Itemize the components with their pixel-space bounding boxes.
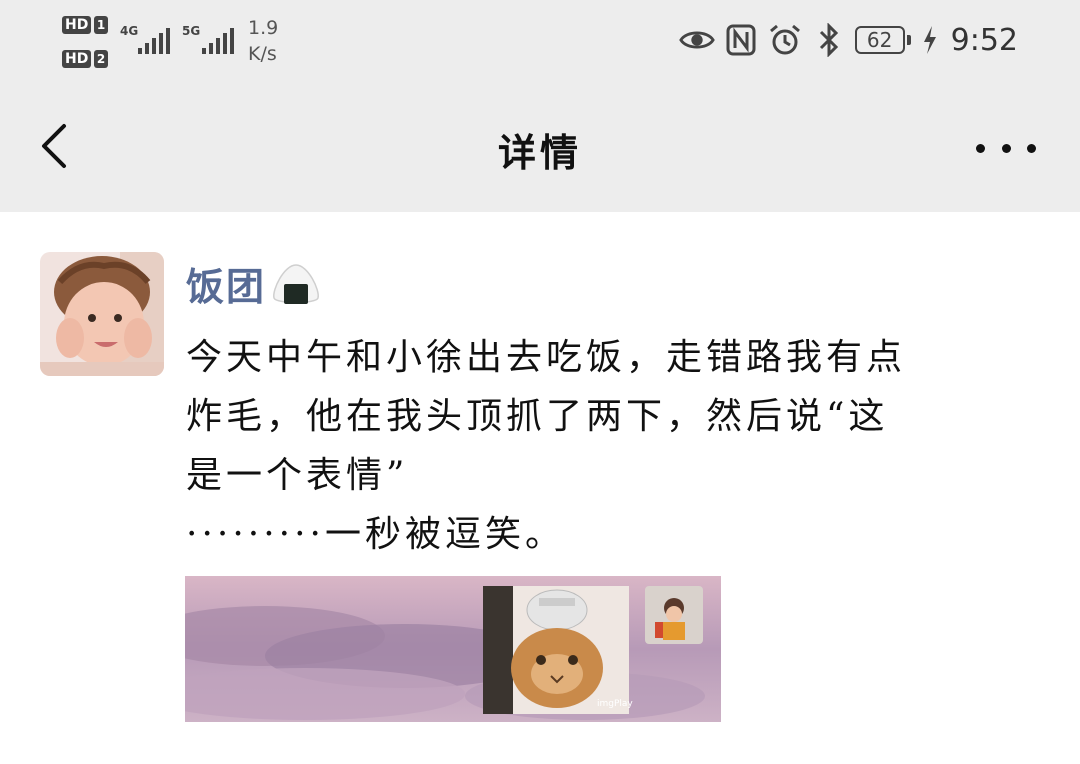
sim2-number: 2 — [94, 50, 108, 68]
eye-icon — [678, 22, 715, 58]
network-type-1: 4G — [120, 24, 139, 38]
rice-ball-icon — [270, 262, 322, 306]
status-bar: HD 1 HD 2 4G 5G 1.9 K/s 62 9:52 — [0, 0, 1080, 88]
author-avatar[interactable] — [40, 252, 164, 376]
avatar-image — [40, 252, 164, 376]
sim1-number: 1 — [94, 16, 108, 34]
page-title: 详情 — [497, 130, 582, 175]
author-name: 饭团 — [186, 264, 267, 309]
hd-badge-sim2: HD — [62, 50, 92, 68]
post-image[interactable]: imgPlay — [185, 576, 721, 722]
post-image-graphic: imgPlay — [185, 576, 721, 722]
alarm-icon — [767, 22, 803, 58]
hd-badge-sim1: HD — [62, 16, 92, 34]
network-type-2: 5G — [182, 24, 201, 38]
battery-icon: 62 — [854, 26, 911, 54]
charging-icon — [919, 22, 941, 58]
nfc-icon — [723, 22, 759, 58]
more-options-button[interactable] — [976, 130, 1036, 166]
image-watermark: imgPlay — [597, 699, 633, 709]
post-text: 今天中午和小徐出去吃饭，走错路我有点 炸毛，他在我头顶抓了两下，然后说“这 是一… — [186, 337, 907, 555]
nav-bar: 详情 — [0, 88, 1080, 212]
author-name-link[interactable]: 饭团 — [186, 256, 322, 311]
network-speed-unit: K/s — [248, 43, 277, 65]
more-dots-icon — [976, 143, 985, 153]
clock-time: 9:52 — [950, 22, 1018, 58]
network-speed-value: 1.9 — [248, 17, 279, 39]
status-bar-right: 62 9:52 — [678, 20, 1018, 60]
signal-strength-2-icon — [202, 28, 234, 54]
bluetooth-icon — [811, 22, 847, 58]
signal-strength-1-icon — [138, 28, 170, 54]
